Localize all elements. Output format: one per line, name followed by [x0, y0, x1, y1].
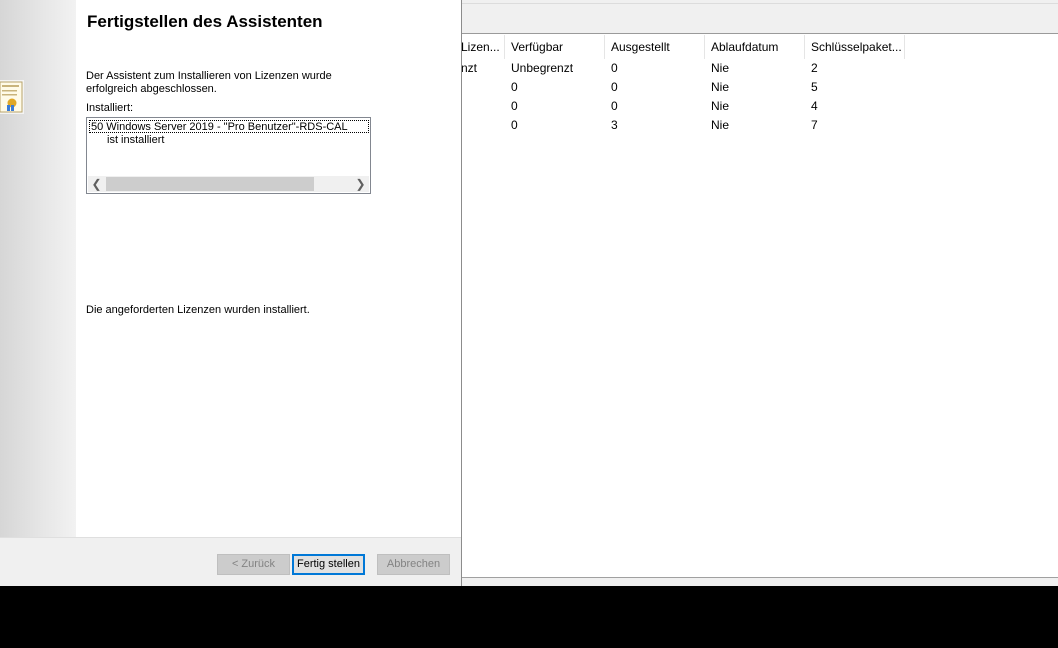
- column-header-expiry[interactable]: Ablaufdatum: [705, 35, 805, 59]
- cell-keypack: 5: [811, 80, 818, 94]
- cell-keypack: 2: [811, 61, 818, 75]
- page-title: Fertigstellen des Assistenten: [87, 12, 323, 31]
- cell-licenses: [461, 78, 505, 97]
- finish-button[interactable]: Fertig stellen: [292, 554, 365, 575]
- cell-expiry: Nie: [711, 80, 730, 94]
- wizard-footer: < Zurück Fertig stellen Abbrechen: [0, 537, 461, 586]
- wizard-content: Fertigstellen des Assistenten Der Assist…: [76, 0, 461, 537]
- cell-licenses: [461, 116, 505, 135]
- cell-licenses: nzt: [461, 61, 478, 75]
- list-item[interactable]: 50 Windows Server 2019 - "Pro Benutzer"-…: [89, 120, 369, 133]
- cell-expiry: Nie: [711, 118, 730, 132]
- cell-available: 0: [511, 99, 518, 113]
- wizard-description: Der Assistent zum Installieren von Lizen…: [86, 70, 332, 95]
- installed-label: Installiert:: [86, 102, 134, 114]
- status-text: Die angeforderten Lizenzen wurden instal…: [86, 304, 310, 316]
- column-header-available[interactable]: Verfügbar: [505, 35, 605, 59]
- cell-issued: 0: [611, 61, 618, 75]
- cell-keypack: 4: [811, 99, 818, 113]
- horizontal-scrollbar[interactable]: ❮ ❯: [88, 176, 369, 192]
- black-area: [0, 586, 1058, 648]
- cell-available: 0: [511, 118, 518, 132]
- table-row[interactable]: 0 0 Nie 4: [461, 97, 905, 116]
- license-list-view[interactable]: Lizen... Verfügbar Ausgestellt Ablaufdat…: [461, 35, 1058, 577]
- wizard-side-panel: [0, 0, 76, 537]
- chevron-right-icon[interactable]: ❯: [352, 176, 369, 192]
- table-row[interactable]: 0 3 Nie 7: [461, 116, 905, 135]
- screen: Lizen... Verfügbar Ausgestellt Ablaufdat…: [0, 0, 1058, 648]
- list-item: ist installiert: [107, 134, 165, 146]
- cell-issued: 0: [611, 99, 618, 113]
- list-header: Lizen... Verfügbar Ausgestellt Ablaufdat…: [461, 35, 905, 59]
- cell-keypack: 7: [811, 118, 818, 132]
- cell-licenses: [461, 97, 505, 116]
- cancel-button[interactable]: Abbrechen: [377, 554, 450, 575]
- table-row[interactable]: nzt Unbegrenzt 0 Nie 2: [461, 59, 905, 78]
- cell-expiry: Nie: [711, 99, 730, 113]
- license-install-wizard: Fertigstellen des Assistenten Der Assist…: [0, 0, 462, 586]
- cell-available: 0: [511, 80, 518, 94]
- chevron-left-icon[interactable]: ❮: [88, 176, 105, 192]
- toolbar-strip: [461, 3, 1058, 32]
- column-header-licenses[interactable]: Lizen...: [461, 35, 505, 59]
- table-row[interactable]: 0 0 Nie 5: [461, 78, 905, 97]
- toolbar: [461, 0, 1058, 34]
- cell-expiry: Nie: [711, 61, 730, 75]
- scrollbar-thumb[interactable]: [106, 177, 314, 191]
- status-bar: [461, 577, 1058, 586]
- cell-issued: 3: [611, 118, 618, 132]
- column-header-keypack[interactable]: Schlüsselpaket...: [805, 35, 905, 59]
- installed-list[interactable]: 50 Windows Server 2019 - "Pro Benutzer"-…: [86, 117, 371, 194]
- certificate-icon: [0, 80, 24, 114]
- back-button[interactable]: < Zurück: [217, 554, 290, 575]
- column-header-issued[interactable]: Ausgestellt: [605, 35, 705, 59]
- cell-available: Unbegrenzt: [511, 61, 574, 75]
- cell-issued: 0: [611, 80, 618, 94]
